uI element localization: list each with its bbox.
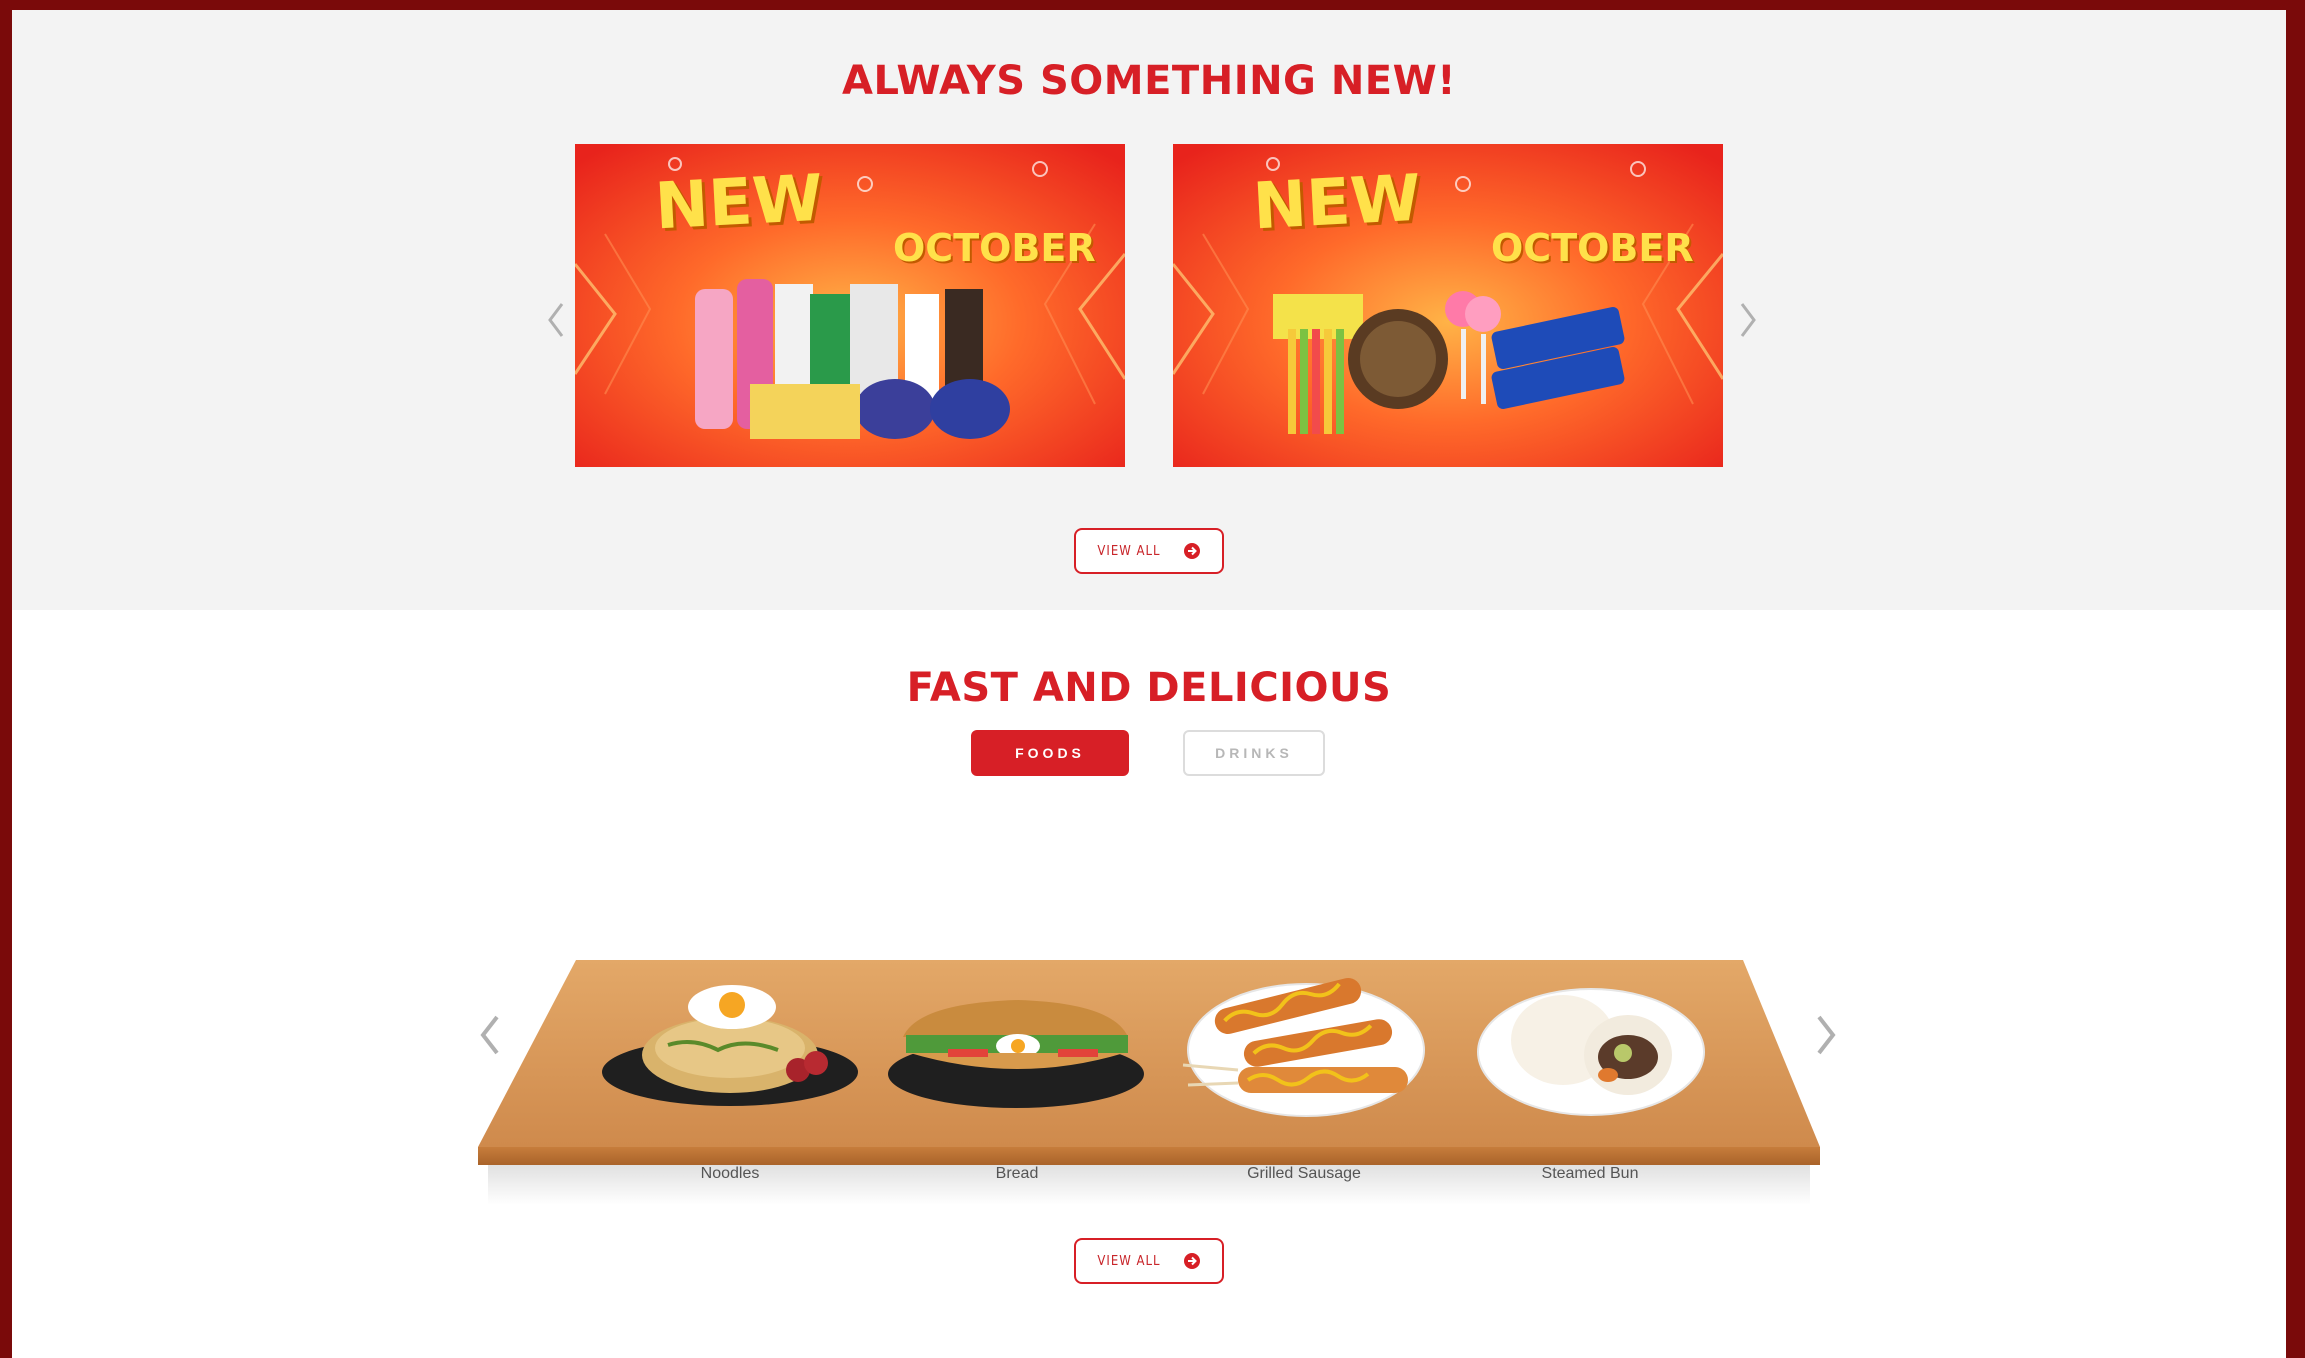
tab-foods[interactable]: FOODS xyxy=(971,730,1129,776)
promo-subhead: OCTOBER xyxy=(1491,226,1694,270)
page-frame: ALWAYS SOMETHING NEW! NEW OCTOBER NEW OC… xyxy=(12,10,2286,1358)
carousel-next-button[interactable] xyxy=(1728,290,1768,350)
promo-headline: NEW xyxy=(653,161,825,245)
food-section-title: FAST AND DELICIOUS xyxy=(906,665,1392,711)
view-all-label: VIEW ALL xyxy=(1097,1253,1161,1269)
view-all-label: VIEW ALL xyxy=(1097,543,1161,559)
chevron-right-icon xyxy=(1817,1015,1836,1055)
tab-drinks[interactable]: DRINKS xyxy=(1183,730,1325,776)
food-label-grilled-sausage[interactable]: Grilled Sausage xyxy=(1194,1165,1414,1183)
new-section-title: ALWAYS SOMETHING NEW! xyxy=(842,58,1456,104)
view-all-food-button[interactable]: VIEW ALL xyxy=(1074,1238,1224,1284)
food-label-noodles[interactable]: Noodles xyxy=(620,1165,840,1183)
promo-headline: NEW xyxy=(1251,161,1423,245)
promo-banner-2[interactable]: NEW OCTOBER xyxy=(1173,144,1723,467)
food-label-steamed-bun[interactable]: Steamed Bun xyxy=(1480,1165,1700,1183)
arrow-circle-right-icon xyxy=(1183,543,1200,559)
view-all-new-button[interactable]: VIEW ALL xyxy=(1074,528,1224,574)
carousel-prev-button[interactable] xyxy=(536,290,576,350)
food-label-bread[interactable]: Bread xyxy=(907,1165,1127,1183)
chevron-left-icon xyxy=(548,303,564,337)
food-carousel-next-button[interactable] xyxy=(1806,1005,1846,1065)
new-products-section: ALWAYS SOMETHING NEW! NEW OCTOBER NEW OC… xyxy=(12,10,2286,610)
promo-subhead: OCTOBER xyxy=(893,226,1096,270)
steamed-bun-image[interactable] xyxy=(1477,988,1705,1116)
arrow-circle-right-icon xyxy=(1183,1253,1200,1269)
bread-image[interactable] xyxy=(888,1000,1144,1108)
chevron-right-icon xyxy=(1740,303,1756,337)
promo-banner-1[interactable]: NEW OCTOBER xyxy=(575,144,1125,467)
